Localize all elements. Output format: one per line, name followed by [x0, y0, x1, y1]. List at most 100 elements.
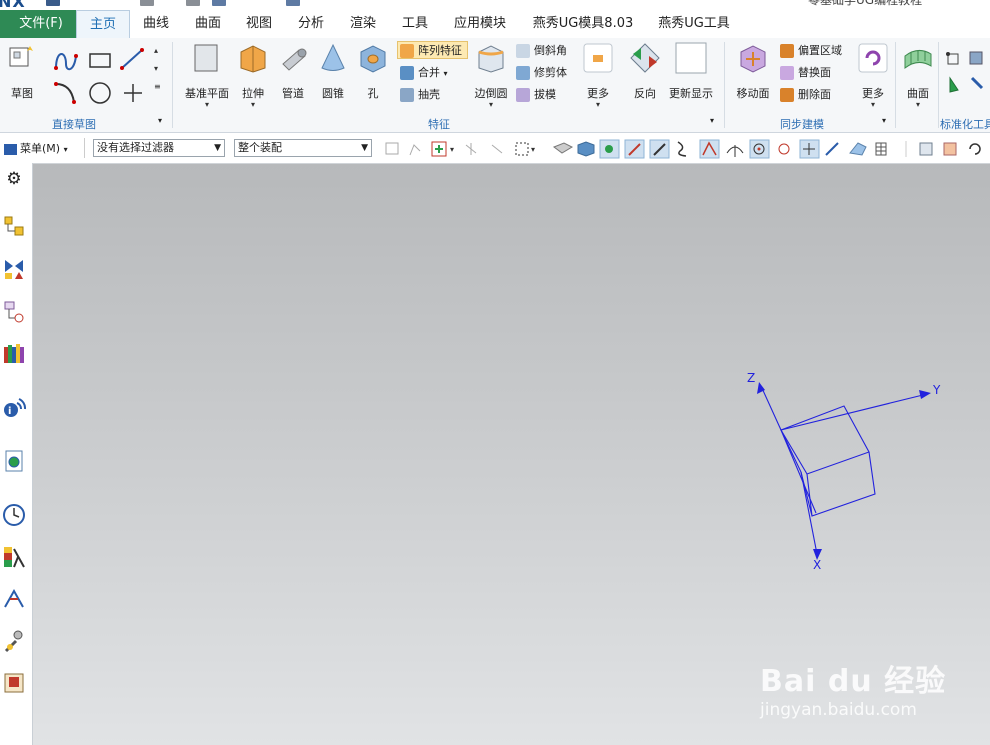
sketch-tools[interactable] [52, 46, 152, 110]
ribbon-tabs: 文件(F) 主页 曲线 曲面 视图 分析 渲染 工具 应用模块 燕秀UG模具8.… [0, 10, 990, 38]
selection-tool-icons[interactable]: ▾ ▾ [380, 139, 990, 159]
selection-toolbar: 菜单(M) ▾ 没有选择过滤器 ▼ 整个装配 ▼ ▾ ▾ [0, 133, 990, 164]
more-features-icon [583, 43, 613, 73]
sketch-icon [9, 46, 33, 67]
cone-button[interactable]: 圆锥 [316, 42, 350, 101]
chamfer-icon [516, 44, 530, 58]
tube-icon [282, 48, 307, 71]
replace-face-icon [780, 66, 794, 80]
pattern-feature-icon [400, 44, 414, 58]
hole-icon [360, 45, 386, 73]
trim-body-icon [516, 66, 530, 80]
tab-yanxiu-mold[interactable]: 燕秀UG模具8.03 [528, 10, 638, 38]
group-sync-modeling: 同步建模 [780, 118, 824, 131]
part-navigator-icon[interactable] [2, 299, 26, 323]
more-features-button[interactable]: 更多 ▾ [580, 42, 616, 109]
dropdown-arrow-icon: ▼ [361, 143, 368, 153]
title-bar: NX 零基础学UG编程教程 [0, 0, 990, 10]
reuse-library-icon[interactable] [2, 341, 26, 365]
draft-button[interactable]: 拔模 [516, 86, 556, 104]
feature-group-expand-icon[interactable]: ▾ [710, 116, 714, 125]
move-face-button[interactable]: 移动面 [732, 42, 774, 101]
shell-icon [400, 88, 414, 102]
ribbon: 草图 ▴ ▾ ≡ 直接草图 ▾ 基准平面 ▾ 拉伸 ▾ 管道 圆锥 孔 阵列特征… [0, 38, 990, 133]
separator [938, 42, 939, 128]
watermark-brand: Bai du 经验 [760, 664, 947, 699]
pattern-feature-button[interactable]: 阵列特征 [397, 41, 468, 59]
tab-home[interactable]: 主页 [76, 10, 130, 38]
tab-analysis[interactable]: 分析 [294, 10, 328, 38]
chamfer-button[interactable]: 倒斜角 [516, 42, 567, 60]
cone-icon [321, 43, 345, 71]
paste-icon[interactable] [186, 0, 200, 6]
tab-tools[interactable]: 工具 [398, 10, 432, 38]
resource-bar: ⚙ i [0, 163, 33, 745]
sync-group-expand-icon[interactable]: ▾ [882, 116, 886, 125]
tab-surface[interactable]: 曲面 [190, 10, 226, 38]
x-axis-label: X [813, 558, 821, 570]
separator [895, 42, 896, 128]
tab-applications[interactable]: 应用模块 [450, 10, 510, 38]
update-display-button[interactable]: 更新显示 [668, 42, 714, 101]
datum-plane-icon [194, 44, 218, 72]
group-feature: 特征 [428, 118, 450, 131]
datum-plane-button[interactable]: 基准平面 ▾ [182, 42, 232, 109]
watermark: Bai du 经验 jingyan.baidu.com [760, 656, 970, 726]
hole-button[interactable]: 孔 [356, 42, 390, 101]
surface-icon [904, 50, 932, 70]
standardization-tools[interactable] [944, 48, 990, 100]
tab-yanxiu-tools[interactable]: 燕秀UG工具 [654, 10, 734, 38]
manufacturing-wizard-icon[interactable] [2, 587, 26, 611]
more-sync-button[interactable]: 更多 ▾ [856, 42, 890, 109]
trim-body-button[interactable]: 修剪体 [516, 64, 567, 82]
menu-button[interactable]: 菜单(M) ▾ [4, 140, 68, 156]
unite-button[interactable]: 合并 ▾ [400, 64, 448, 82]
group-expand-icon[interactable]: ▾ [158, 116, 162, 125]
process-studio-icon[interactable] [2, 545, 26, 569]
watermark-url: jingyan.baidu.com [760, 700, 917, 720]
copy-icon[interactable] [140, 0, 154, 6]
web-browser-icon[interactable] [2, 449, 26, 473]
window-title: 零基础学UG编程教程 [808, 0, 923, 7]
offset-region-button[interactable]: 偏置区域 [780, 42, 842, 60]
assembly-navigator-icon[interactable] [2, 215, 26, 239]
settings-gear-icon[interactable]: ⚙ [2, 167, 26, 191]
edge-blend-icon [478, 45, 504, 73]
history-icon[interactable] [2, 503, 26, 527]
y-axis-label: Y [932, 383, 941, 397]
move-face-icon [740, 45, 766, 73]
tab-curve[interactable]: 曲线 [138, 10, 174, 38]
delete-face-button[interactable]: 删除面 [780, 86, 831, 104]
view-triad-wcs-cube: Z Y X [747, 371, 941, 570]
reverse-icon [630, 43, 660, 73]
roles-icon[interactable] [2, 629, 26, 653]
reverse-button[interactable]: 反向 [628, 42, 662, 101]
type-filter-select[interactable]: 没有选择过滤器 ▼ [93, 139, 225, 157]
sketch-button[interactable]: 草图 [4, 42, 40, 101]
shell-button[interactable]: 抽壳 [400, 86, 440, 104]
constraint-navigator-icon[interactable] [2, 257, 26, 281]
extrude-icon [240, 45, 266, 73]
nx-logo: NX [0, 0, 26, 10]
sketch-gallery-scroll[interactable]: ▴ ▾ ≡ [154, 42, 161, 96]
offset-region-icon [780, 44, 794, 58]
unite-icon [400, 66, 414, 80]
update-display-icon [675, 42, 707, 74]
replace-face-button[interactable]: 替换面 [780, 64, 831, 82]
system-scene-icon[interactable] [2, 671, 26, 695]
tab-view[interactable]: 视图 [242, 10, 276, 38]
surface-button[interactable]: 曲面 ▾ [900, 42, 936, 109]
extrude-button[interactable]: 拉伸 ▾ [236, 42, 270, 109]
window-icon[interactable] [212, 0, 226, 6]
hd3d-tools-icon[interactable]: i [2, 395, 26, 419]
svg-text:i: i [8, 406, 11, 417]
tab-file[interactable]: 文件(F) [0, 10, 82, 38]
edge-blend-button[interactable]: 边倒圆 ▾ [472, 42, 510, 109]
tab-render[interactable]: 渲染 [346, 10, 380, 38]
selection-scope-select[interactable]: 整个装配 ▼ [234, 139, 372, 157]
group-direct-sketch: 直接草图 [52, 118, 96, 131]
tube-button[interactable]: 管道 [276, 42, 310, 101]
svg-text:▾: ▾ [450, 145, 454, 154]
window-switch-icon[interactable] [286, 0, 300, 6]
save-icon[interactable] [46, 0, 60, 6]
